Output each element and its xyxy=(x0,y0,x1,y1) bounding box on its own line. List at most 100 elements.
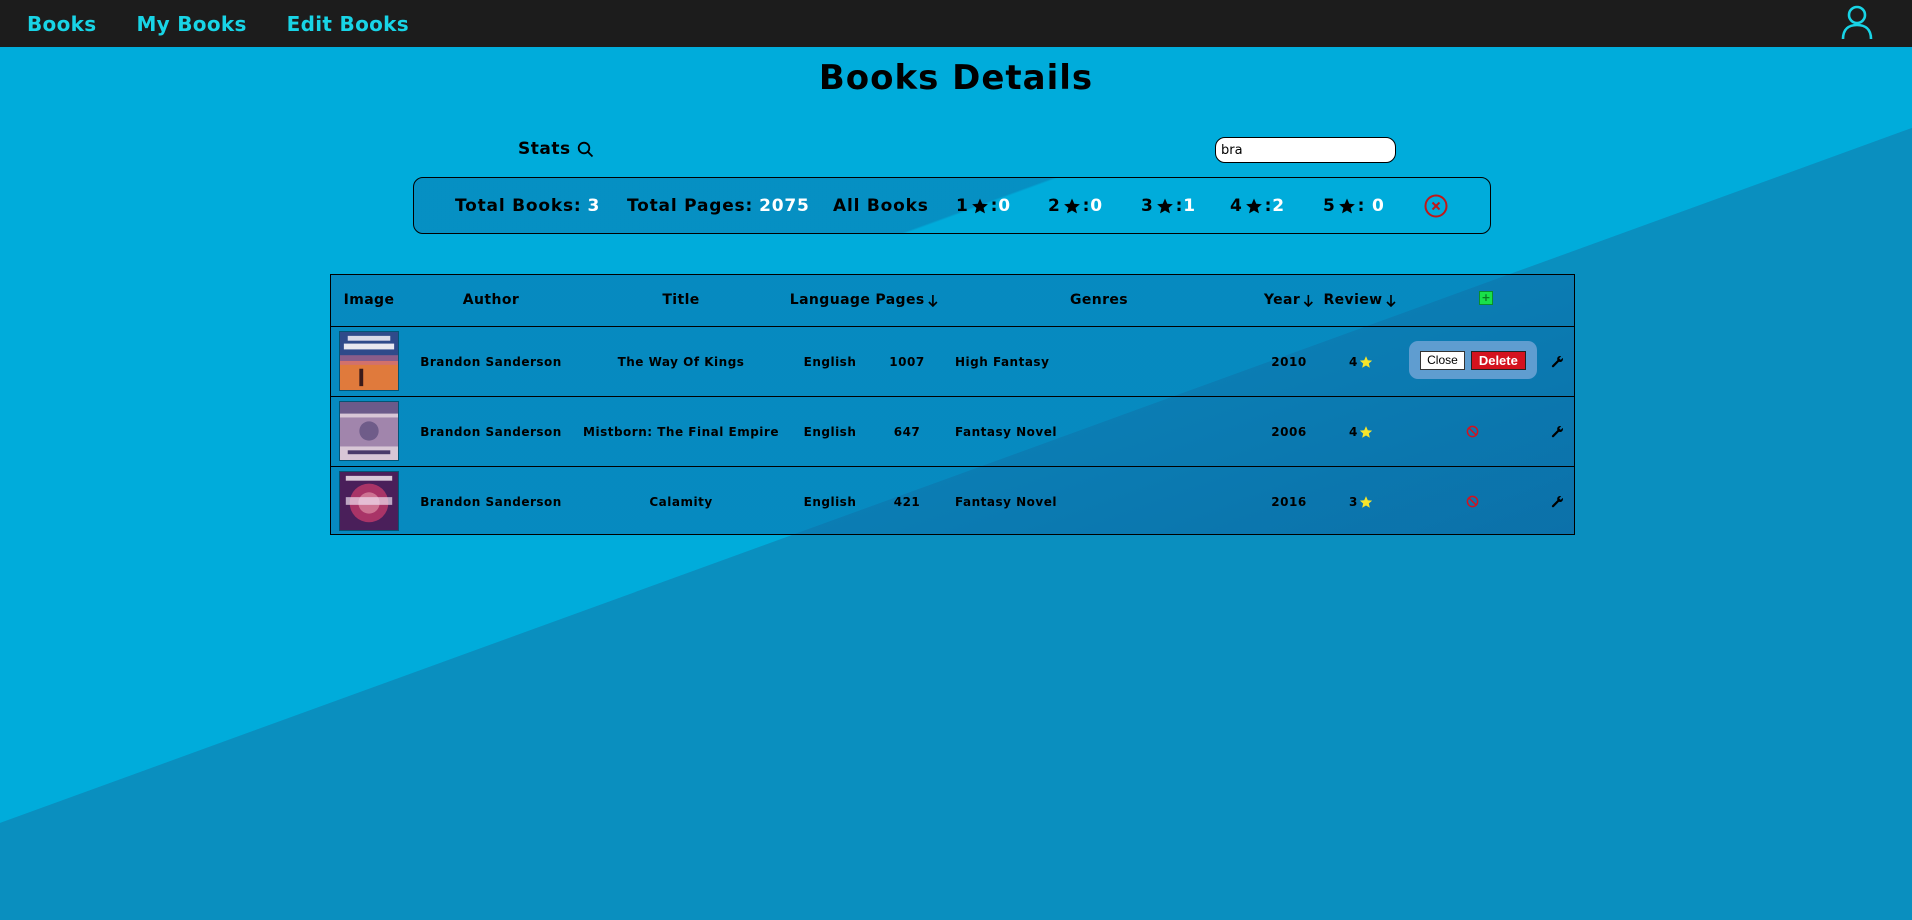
review-value: 4 xyxy=(1349,355,1358,369)
user-icon[interactable] xyxy=(1840,4,1874,40)
cell-genres: High Fantasy xyxy=(955,355,1050,369)
cell-year: 2016 xyxy=(1271,495,1307,509)
cell-pages: 1007 xyxy=(889,355,925,369)
header-author: Author xyxy=(462,292,520,308)
cell-review: 4 xyxy=(1349,355,1373,369)
cell-year: 2006 xyxy=(1271,425,1307,439)
cell-author: Brandon Sanderson xyxy=(420,355,562,369)
nav-link-my-books[interactable]: My Books xyxy=(136,12,246,36)
review-value: 3 xyxy=(1349,495,1358,509)
filter-3-star[interactable]: 3 : 1 xyxy=(1141,196,1196,216)
cell-title: The Way Of Kings xyxy=(617,355,745,369)
table-row: Brandon Sanderson Mistborn: The Final Em… xyxy=(331,397,1574,467)
rating-stars-label: 1 xyxy=(956,196,969,216)
table-row: Brandon Sanderson The Way Of Kings Engli… xyxy=(331,327,1574,397)
rating-stars-label: 3 xyxy=(1141,196,1154,216)
total-pages-value: 2075 xyxy=(759,196,810,216)
table-row: Brandon Sanderson Calamity English 421 F… xyxy=(331,467,1574,537)
arrow-down-icon xyxy=(1304,294,1314,307)
filter-all-books[interactable]: All Books xyxy=(833,196,929,216)
total-pages-label: Total Pages: xyxy=(627,196,754,216)
header-language: Language xyxy=(789,292,871,308)
star-icon xyxy=(971,198,988,214)
page-title: Books Details xyxy=(818,58,1094,98)
arrow-down-icon xyxy=(1386,294,1396,307)
delete-icon[interactable] xyxy=(1466,425,1479,438)
cell-language: English xyxy=(803,425,857,439)
delete-button[interactable]: Delete xyxy=(1470,350,1526,370)
rating-count: 0 xyxy=(1090,196,1103,216)
stats-bar: Total Books: 3 Total Pages: 2075 All Boo… xyxy=(413,177,1491,234)
search-icon xyxy=(577,141,593,157)
cell-year: 2010 xyxy=(1271,355,1307,369)
wrench-icon[interactable] xyxy=(1551,495,1564,508)
stat-total-pages: Total Pages: 2075 xyxy=(627,196,810,216)
rating-count: 0 xyxy=(998,196,1011,216)
review-value: 4 xyxy=(1349,425,1358,439)
close-circle-icon[interactable] xyxy=(1424,194,1448,218)
rating-count: 2 xyxy=(1272,196,1285,216)
cell-review: 3 xyxy=(1349,495,1373,509)
all-books-label: All Books xyxy=(833,196,929,216)
rating-count: 1 xyxy=(1183,196,1196,216)
filter-5-star[interactable]: 5 : 0 xyxy=(1323,196,1385,216)
rating-sep: : xyxy=(1357,196,1372,216)
cell-genres: Fantasy Novel xyxy=(955,495,1057,509)
cell-language: English xyxy=(803,355,857,369)
rating-sep: : xyxy=(990,196,999,216)
stat-total-books: Total Books: 3 xyxy=(455,196,600,216)
star-icon xyxy=(1360,356,1373,368)
header-review[interactable]: Review xyxy=(1323,292,1396,308)
star-icon xyxy=(1360,426,1373,438)
table-header: Image Author Title Language Pages Genres… xyxy=(331,275,1574,327)
filter-4-star[interactable]: 4 : 2 xyxy=(1230,196,1285,216)
rating-sep: : xyxy=(1082,196,1091,216)
nav-link-books[interactable]: Books xyxy=(27,12,96,36)
rating-stars-label: 5 xyxy=(1323,196,1336,216)
header-pages[interactable]: Pages xyxy=(875,292,938,308)
wrench-icon[interactable] xyxy=(1551,425,1564,438)
header-year-label: Year xyxy=(1263,292,1301,308)
header-title: Title xyxy=(662,292,700,308)
cell-title: Mistborn: The Final Empire xyxy=(583,425,779,439)
cell-pages: 647 xyxy=(893,425,921,439)
total-books-label: Total Books: xyxy=(455,196,582,216)
cell-genres: Fantasy Novel xyxy=(955,425,1057,439)
books-table: Image Author Title Language Pages Genres… xyxy=(330,274,1575,535)
star-icon xyxy=(1156,198,1173,214)
star-icon xyxy=(1245,198,1262,214)
star-icon xyxy=(1338,198,1355,214)
rating-stars-label: 2 xyxy=(1048,196,1061,216)
nav-link-edit-books[interactable]: Edit Books xyxy=(287,12,409,36)
star-icon xyxy=(1360,496,1373,508)
arrow-down-icon xyxy=(928,294,938,307)
header-year[interactable]: Year xyxy=(1264,292,1314,308)
rating-count: 0 xyxy=(1371,196,1385,216)
filter-2-star[interactable]: 2 : 0 xyxy=(1048,196,1103,216)
wrench-icon[interactable] xyxy=(1551,355,1564,368)
delete-confirm-box: Close Delete xyxy=(1409,341,1537,379)
header-image: Image xyxy=(343,292,395,308)
close-button[interactable]: Close xyxy=(1420,350,1465,370)
book-cover-image xyxy=(339,331,399,391)
search-input[interactable] xyxy=(1215,137,1396,163)
total-books-value: 3 xyxy=(587,196,601,216)
rating-sep: : xyxy=(1264,196,1273,216)
cell-pages: 421 xyxy=(893,495,921,509)
rating-stars-label: 4 xyxy=(1230,196,1243,216)
filter-1-star[interactable]: 1 : 0 xyxy=(956,196,1011,216)
cell-title: Calamity xyxy=(649,495,713,509)
header-review-label: Review xyxy=(1323,292,1383,308)
cell-author: Brandon Sanderson xyxy=(420,425,562,439)
rating-sep: : xyxy=(1175,196,1184,216)
star-icon xyxy=(1063,198,1080,214)
stats-toggle-button[interactable]: Stats xyxy=(518,139,594,159)
stats-label: Stats xyxy=(518,139,571,159)
cell-author: Brandon Sanderson xyxy=(420,495,562,509)
plus-icon: + xyxy=(1481,291,1491,304)
cell-language: English xyxy=(803,495,857,509)
add-book-button[interactable]: + xyxy=(1479,291,1493,305)
header-genres: Genres xyxy=(1069,292,1129,308)
delete-icon[interactable] xyxy=(1466,495,1479,508)
header-pages-label: Pages xyxy=(875,292,925,308)
